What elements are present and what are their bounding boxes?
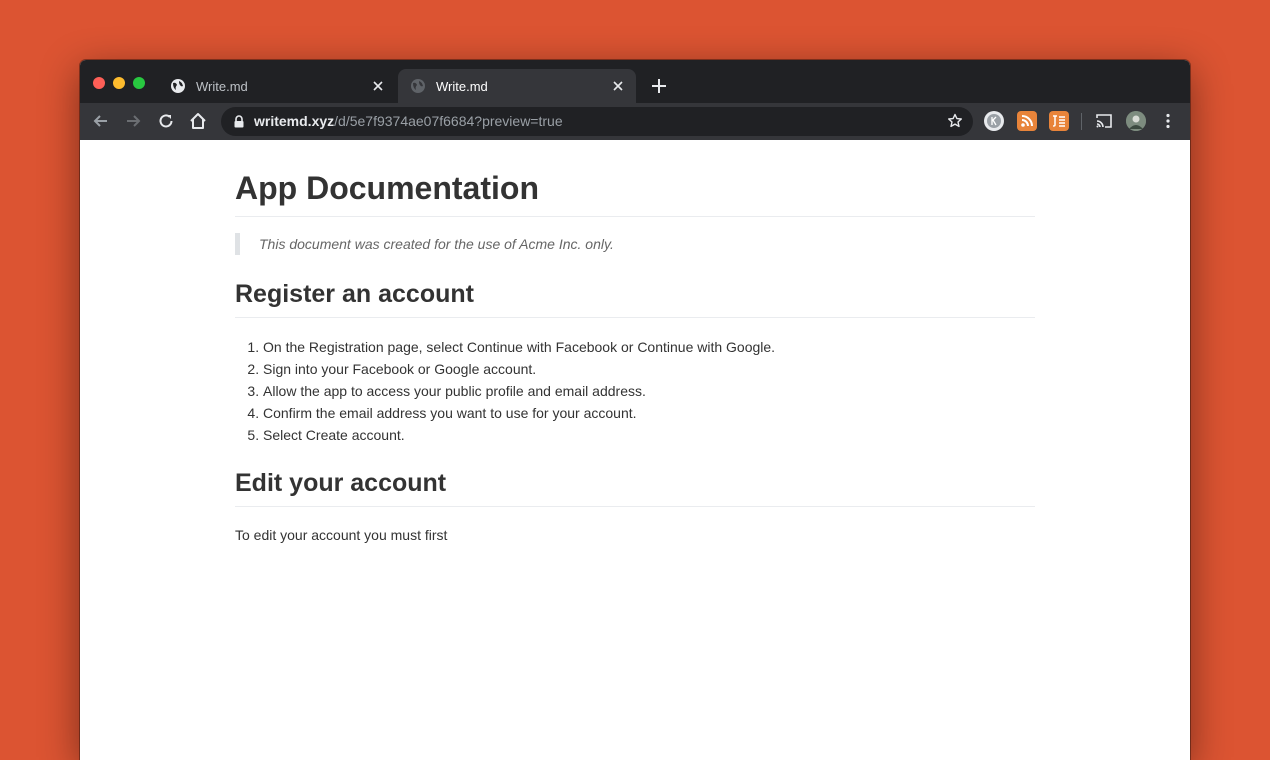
minimize-window-button[interactable] (113, 77, 125, 89)
section-heading-edit: Edit your account (235, 468, 1035, 507)
browser-window: Write.md Write.md writemd.xyz/d/5e7f9374… (80, 60, 1190, 760)
new-tab-icon[interactable] (650, 77, 668, 95)
globe-icon (411, 79, 425, 93)
page-content: App Documentation This document was crea… (80, 140, 1190, 760)
address-bar[interactable]: writemd.xyz/d/5e7f9374ae07f6684?preview=… (221, 107, 973, 136)
usage-note: This document was created for the use of… (235, 233, 614, 255)
url-path: /d/5e7f9374ae07f6684?preview=true (334, 113, 563, 129)
close-window-button[interactable] (93, 77, 105, 89)
arrow-left-icon[interactable] (91, 111, 111, 131)
star-icon[interactable] (947, 113, 963, 129)
edit-account-paragraph: To edit your account you must first (235, 527, 448, 543)
browser-toolbar: writemd.xyz/d/5e7f9374ae07f6684?preview=… (80, 103, 1190, 140)
list-item: Confirm the email address you want to us… (263, 402, 775, 424)
page-title: App Documentation (235, 170, 1035, 217)
close-tab-icon[interactable] (370, 78, 386, 94)
kebab-menu-icon[interactable] (1158, 111, 1178, 131)
cast-icon[interactable] (1094, 111, 1114, 131)
tab-write-md-1[interactable]: Write.md (158, 69, 396, 103)
list-item: Sign into your Facebook or Google accoun… (263, 358, 775, 380)
registration-steps: On the Registration page, select Continu… (235, 336, 775, 446)
list-item: On the Registration page, select Continu… (263, 336, 775, 358)
maximize-window-button[interactable] (133, 77, 145, 89)
reload-icon[interactable] (156, 111, 176, 131)
url-host: writemd.xyz (254, 113, 335, 129)
list-item: Select Create account. (263, 424, 775, 446)
lock-icon (234, 115, 244, 128)
tab-title: Write.md (436, 78, 488, 94)
rss-icon[interactable] (1017, 111, 1037, 131)
list-item: Allow the app to access your public prof… (263, 380, 775, 402)
home-icon[interactable] (188, 111, 208, 131)
tab-title: Write.md (196, 78, 248, 94)
tab-write-md-2[interactable]: Write.md (398, 69, 636, 103)
profile-extension-icon[interactable] (984, 111, 1004, 131)
section-heading-register: Register an account (235, 279, 1035, 318)
avatar[interactable] (1126, 111, 1146, 131)
globe-icon (171, 79, 185, 93)
arrow-right-icon[interactable] (123, 111, 143, 131)
reader-extension-icon[interactable] (1049, 111, 1069, 131)
title-bar: Write.md Write.md (80, 60, 1190, 103)
url-text: writemd.xyz/d/5e7f9374ae07f6684?preview=… (254, 113, 563, 130)
close-tab-icon[interactable] (610, 78, 626, 94)
toolbar-separator (1081, 113, 1082, 130)
